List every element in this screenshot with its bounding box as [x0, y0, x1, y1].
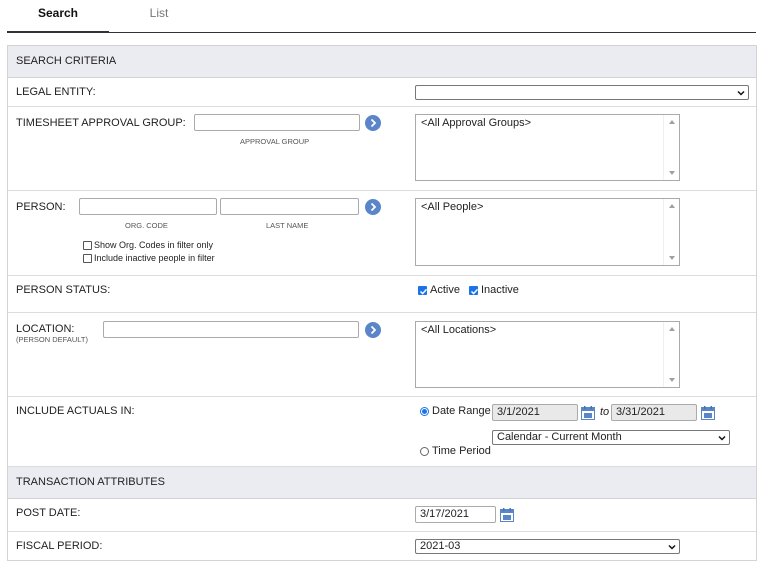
scroll-up-icon[interactable] — [669, 327, 675, 331]
calendar-icon[interactable] — [581, 406, 595, 420]
fiscal-period-select[interactable]: 2021-03 — [415, 539, 680, 554]
fiscal-period-label: FISCAL PERIOD: — [16, 540, 103, 552]
range-preset-value: Calendar - Current Month — [497, 431, 622, 443]
inactive-checkbox[interactable] — [469, 286, 479, 295]
person-label: PERSON: — [16, 201, 66, 213]
approval-group-row: TIMESHEET APPROVAL GROUP: APPROVAL GROUP… — [8, 107, 756, 191]
to-label: to — [600, 406, 610, 418]
search-criteria-header: SEARCH CRITERIA — [8, 46, 756, 78]
to-date-input[interactable]: 3/31/2021 — [611, 404, 697, 421]
org-code-input[interactable] — [79, 198, 217, 215]
include-inactive-label: Include inactive people in filter — [94, 253, 215, 263]
check-icon — [470, 288, 479, 295]
time-period-radio[interactable] — [420, 447, 429, 456]
show-org-codes-label: Show Org. Codes in filter only — [94, 240, 214, 250]
approval-group-input[interactable] — [194, 114, 360, 131]
from-date-input[interactable]: 3/1/2021 — [492, 404, 578, 421]
scroll-down-icon[interactable] — [669, 378, 675, 382]
include-actuals-label: INCLUDE ACTUALS IN: — [16, 405, 135, 417]
fiscal-period-value: 2021-03 — [420, 540, 461, 552]
post-date-label: POST DATE: — [16, 507, 81, 519]
show-org-codes-checkbox[interactable] — [83, 241, 92, 250]
arrow-right-circle-icon — [370, 325, 377, 335]
person-row: PERSON: ORG. CODE LAST NAME Show Org. Co… — [8, 191, 756, 276]
approval-group-go-button[interactable] — [365, 115, 381, 131]
fiscal-period-row: FISCAL PERIOD: 2021-03 — [8, 532, 756, 560]
transaction-attributes-header: TRANSACTION ATTRIBUTES — [8, 467, 756, 499]
active-label: Active — [430, 284, 460, 296]
legal-entity-row: LEGAL ENTITY: — [8, 78, 756, 107]
date-range-radio[interactable] — [420, 407, 429, 416]
list-item[interactable]: <All Approval Groups> — [421, 117, 674, 129]
list-item[interactable]: <All Locations> — [421, 324, 674, 336]
person-list[interactable]: <All People> — [415, 198, 680, 266]
person-status-label: PERSON STATUS: — [16, 284, 111, 296]
date-range-label: Date Range — [432, 405, 491, 417]
list-item[interactable]: <All People> — [421, 201, 674, 213]
listbox-scrollbar[interactable] — [663, 322, 679, 387]
location-label: LOCATION: — [16, 323, 75, 335]
calendar-icon[interactable] — [500, 508, 514, 522]
approval-group-list[interactable]: <All Approval Groups> — [415, 114, 680, 181]
approval-group-label: TIMESHEET APPROVAL GROUP: — [16, 117, 186, 129]
range-preset-select[interactable]: Calendar - Current Month — [492, 430, 730, 445]
post-date-row: POST DATE: 3/17/2021 — [8, 499, 756, 532]
location-row: LOCATION: (PERSON DEFAULT) <All Location… — [8, 313, 756, 397]
scroll-up-icon[interactable] — [669, 204, 675, 208]
legal-entity-label: LEGAL ENTITY: — [16, 86, 96, 98]
location-go-button[interactable] — [365, 322, 381, 338]
chevron-down-icon — [737, 90, 745, 96]
last-name-caption: LAST NAME — [266, 221, 309, 230]
chevron-down-icon — [668, 544, 676, 550]
chevron-down-icon — [718, 435, 726, 441]
scroll-up-icon[interactable] — [669, 120, 675, 124]
scroll-down-icon[interactable] — [669, 171, 675, 175]
active-checkbox[interactable] — [418, 286, 428, 295]
inactive-label: Inactive — [481, 284, 519, 296]
check-icon — [419, 288, 428, 295]
time-period-label: Time Period — [432, 445, 491, 457]
include-inactive-checkbox[interactable] — [83, 254, 92, 263]
listbox-scrollbar[interactable] — [663, 199, 679, 265]
arrow-right-circle-icon — [370, 118, 377, 128]
tab-search[interactable]: Search — [7, 0, 109, 33]
scroll-down-icon[interactable] — [669, 256, 675, 260]
location-input[interactable] — [103, 321, 359, 338]
last-name-input[interactable] — [220, 198, 359, 215]
person-go-button[interactable] — [365, 199, 381, 215]
listbox-scrollbar[interactable] — [663, 115, 679, 180]
approval-group-caption: APPROVAL GROUP — [240, 137, 310, 146]
person-status-row: PERSON STATUS: Active Inactive — [8, 276, 756, 313]
location-sublabel: (PERSON DEFAULT) — [16, 335, 88, 344]
post-date-input[interactable]: 3/17/2021 — [415, 506, 496, 523]
location-list[interactable]: <All Locations> — [415, 321, 680, 388]
include-actuals-row: INCLUDE ACTUALS IN: Date Range 3/1/2021 … — [8, 397, 756, 467]
org-code-caption: ORG. CODE — [125, 221, 168, 230]
calendar-icon[interactable] — [701, 406, 715, 420]
arrow-right-circle-icon — [370, 202, 377, 212]
legal-entity-select[interactable] — [415, 85, 749, 100]
search-panel: SEARCH CRITERIA LEGAL ENTITY: TIMESHEET … — [7, 45, 757, 561]
tab-divider — [7, 32, 756, 33]
tab-list[interactable]: List — [108, 0, 210, 33]
